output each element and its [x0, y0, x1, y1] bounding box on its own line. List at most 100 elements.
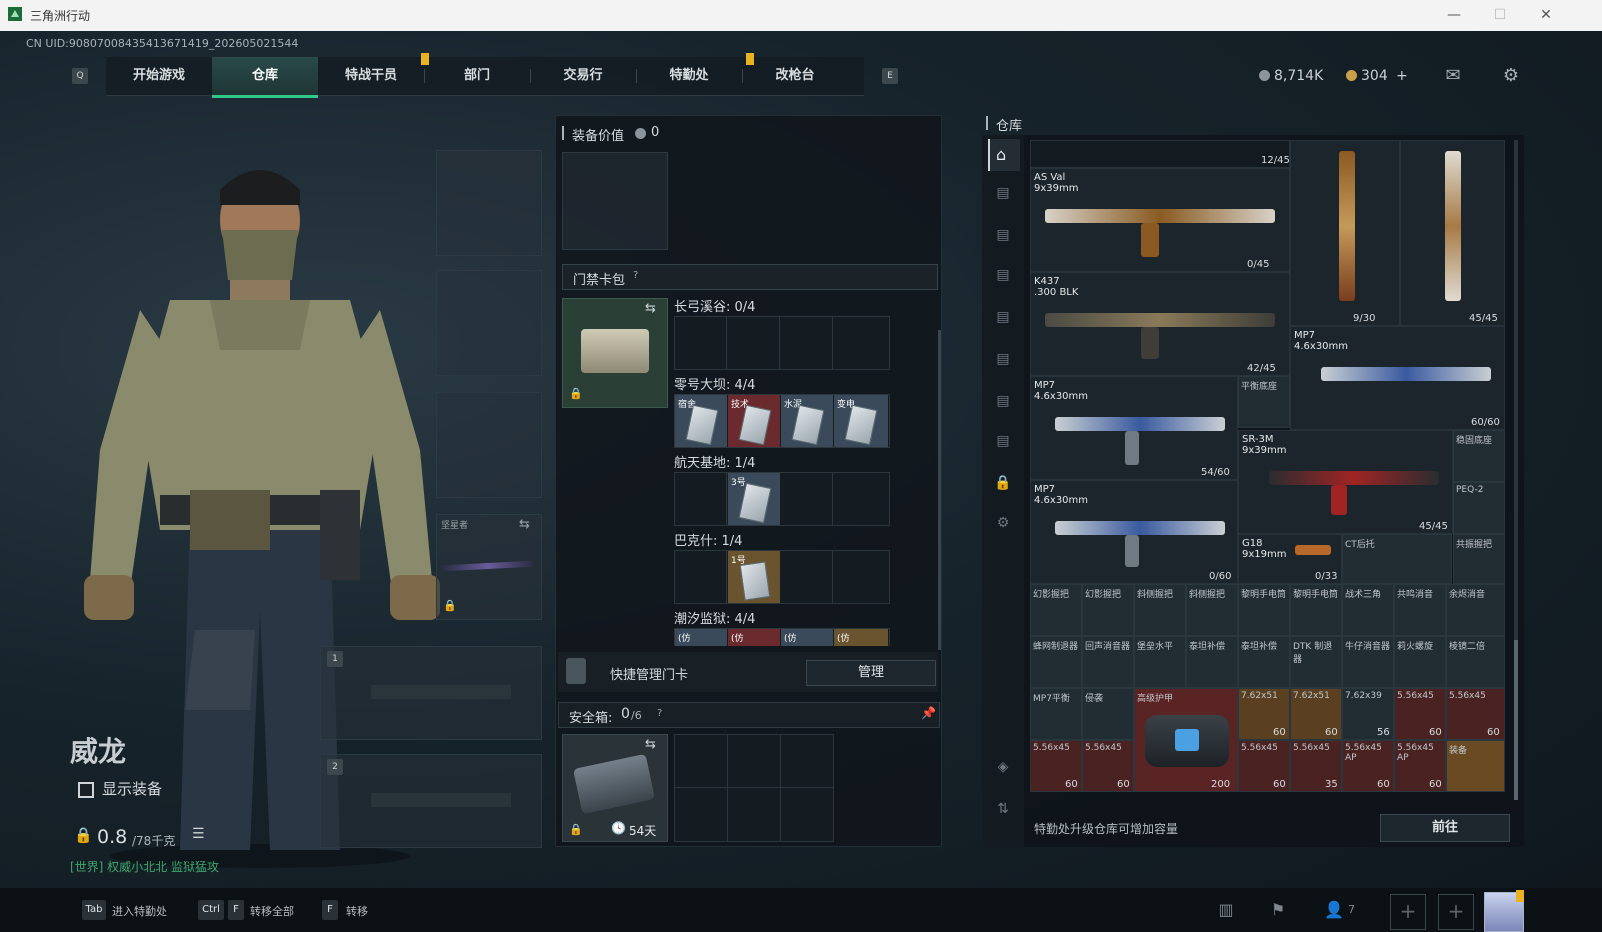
keycard-item[interactable]: 1号 [728, 551, 780, 603]
stash-tab-icon[interactable]: ▤ [989, 227, 1017, 247]
pin-icon[interactable]: 📌 [921, 706, 936, 720]
attachment-item[interactable]: 莉火螺旋 [1394, 636, 1446, 688]
weapon-item[interactable]: G18 9x19mm 0/33 [1238, 534, 1342, 584]
keycard-item[interactable]: (仿 [834, 629, 888, 646]
tab-trade[interactable]: 交易行 [530, 57, 636, 95]
hint-transfer-all[interactable]: 转移全部 [250, 903, 294, 919]
sort-icon[interactable]: ⇅ [989, 801, 1017, 821]
pistol-slot[interactable] [436, 392, 542, 498]
stash-tab-icon[interactable]: ▤ [989, 433, 1017, 453]
safebox-item[interactable]: ⇆ 🔒 🕓 54天 [562, 734, 668, 842]
armor-item[interactable]: 高级护甲 200 [1134, 688, 1238, 792]
keycard-item[interactable]: 宿舍 [675, 395, 727, 447]
stash-tab-icon[interactable]: ▤ [989, 351, 1017, 371]
gear-icon[interactable]: ⚙ [989, 515, 1017, 535]
ammo-item[interactable]: 7.62x51 60 [1238, 688, 1290, 740]
attachment-item[interactable]: 泰坦补偿 [1238, 636, 1290, 688]
tab-special-ops[interactable]: 特勤处 [636, 57, 742, 95]
ammo-item[interactable]: 7.62x51 60 [1290, 688, 1342, 740]
attachment-item[interactable]: PEQ-2 [1453, 482, 1505, 534]
weapon-item[interactable]: MP7 4.6x30mm 60/60 [1290, 326, 1505, 430]
keycard-item[interactable]: 水泥 [781, 395, 833, 447]
maximize-button[interactable]: ☐ [1490, 5, 1510, 25]
helmet-slot[interactable] [436, 150, 542, 256]
hint-transfer[interactable]: 转移 [346, 903, 368, 919]
attachment-item[interactable]: 幻影握把 [1030, 584, 1082, 636]
tab-warehouse[interactable]: 仓库 [212, 57, 318, 98]
attachment-item[interactable]: 斜侧握把 [1134, 584, 1186, 636]
ammo-item[interactable]: 5.56x45 35 [1290, 740, 1342, 792]
attachment-item[interactable]: 回声消音器 [1082, 636, 1134, 688]
stash-scrollbar[interactable] [1514, 140, 1518, 800]
keycard-item[interactable]: 3号 [728, 473, 780, 525]
attachment-item[interactable]: 平衡底座 [1238, 376, 1290, 428]
stash-grid[interactable]: 12/45 AS Val 9x39mm 0/45 9/30 45/45 K437… [1030, 140, 1520, 810]
keycard-header[interactable]: 门禁卡包 ? [562, 264, 938, 290]
nav-right-key[interactable]: E [882, 68, 898, 84]
attachment-item[interactable]: 战术三角 [1342, 584, 1394, 636]
swap-icon[interactable]: ⇆ [645, 737, 656, 752]
stash-item[interactable]: 装备 [1446, 740, 1505, 792]
attachment-item[interactable]: 牛仔消音器 [1342, 636, 1394, 688]
stash-tab-icon[interactable]: ▤ [989, 185, 1017, 205]
ammo-item[interactable]: 5.56x45 60 [1394, 688, 1446, 740]
ammo-item[interactable]: 5.56x45 AP 60 [1342, 740, 1394, 792]
stats-icon[interactable]: ▥ [1214, 898, 1238, 922]
keycard-case[interactable]: ⇆ 🔒 [562, 298, 668, 408]
swap-icon[interactable]: ⇆ [519, 517, 530, 532]
safebox-grid[interactable] [674, 734, 834, 842]
keycard-slot[interactable] [728, 317, 780, 369]
weapon-item[interactable]: MP7 4.6x30mm 54/60 [1030, 376, 1238, 480]
flag-icon[interactable]: ⚑ [1266, 898, 1290, 922]
keycard-item[interactable]: (仿 [728, 629, 780, 646]
swap-icon[interactable]: ⇆ [645, 301, 656, 316]
melee-slot[interactable]: 坚星者 ⇆ 🔒 [436, 514, 542, 620]
weapon-item[interactable]: 9/30 [1290, 140, 1400, 326]
attachment-item[interactable]: 斜侧握把 [1186, 584, 1238, 636]
attachment-item[interactable]: 共振握把 [1453, 534, 1505, 584]
attachment-item[interactable]: 黎明手电筒 [1290, 584, 1342, 636]
ammo-item[interactable]: 5.56x45 60 [1446, 688, 1505, 740]
stash-home-tab[interactable]: ⌂ [988, 139, 1020, 171]
help-icon[interactable]: ? [657, 708, 662, 719]
layers-icon[interactable]: ◈ [989, 759, 1017, 779]
attachment-item[interactable]: 余烬消音 [1446, 584, 1505, 636]
attachment-item[interactable]: 泰坦补偿 [1186, 636, 1238, 688]
ammo-item[interactable]: 5.56x45 60 [1082, 740, 1134, 792]
stash-tab-icon[interactable]: ▤ [989, 267, 1017, 287]
weapon-item[interactable]: SR-3M 9x39mm 45/45 [1238, 430, 1453, 534]
stash-item[interactable]: 侵袭 [1082, 688, 1134, 740]
lock-icon[interactable]: 🔒 [989, 475, 1017, 495]
weapon-item[interactable]: K437 .300 BLK 42/45 [1030, 272, 1290, 376]
attachment-item[interactable]: 黎明手电筒 [1238, 584, 1290, 636]
tab-gunsmith[interactable]: 改枪台 [742, 57, 848, 95]
weapon-slot-1[interactable]: 1 [320, 646, 542, 740]
scrollbar-thumb[interactable] [1514, 640, 1518, 800]
attachment-item[interactable]: 共鸣消音 [1394, 584, 1446, 636]
armor-slot[interactable] [436, 270, 542, 376]
keycard-slot[interactable] [675, 551, 727, 603]
world-chat-line[interactable]: [世界] 权威小北北 监狱猛攻 [70, 858, 219, 875]
stash-tab-icon[interactable]: ▤ [989, 309, 1017, 329]
add-party-slot[interactable]: + [1390, 894, 1426, 930]
attachment-item[interactable]: 幻影握把 [1082, 584, 1134, 636]
nav-left-key[interactable]: Q [72, 68, 88, 84]
manage-button[interactable]: 管理 [806, 660, 936, 686]
goto-button[interactable]: 前往 [1380, 814, 1510, 842]
tab-start-game[interactable]: 开始游戏 [106, 57, 212, 95]
friends-icon[interactable]: 👤 [1322, 898, 1346, 922]
ammo-item[interactable]: 5.56x45 AP 60 [1394, 740, 1446, 792]
show-gear-checkbox[interactable] [78, 782, 94, 798]
close-button[interactable]: ✕ [1536, 5, 1556, 25]
stash-item[interactable]: MP7平衡 [1030, 688, 1082, 740]
add-gold-button[interactable]: + [1396, 68, 1408, 84]
mail-icon[interactable]: ✉ [1442, 66, 1464, 86]
keycard-slot[interactable] [781, 473, 833, 525]
keycard-item[interactable]: 变电 [834, 395, 888, 447]
add-party-slot[interactable]: + [1438, 894, 1474, 930]
stash-tab-icon[interactable]: ▤ [989, 393, 1017, 413]
tab-operators[interactable]: 特战干员 [318, 57, 424, 95]
ammo-item[interactable]: 5.56x45 60 [1238, 740, 1290, 792]
stash-cell[interactable]: 12/45 [1030, 140, 1290, 168]
weapon-slot-2[interactable]: 2 [320, 754, 542, 848]
